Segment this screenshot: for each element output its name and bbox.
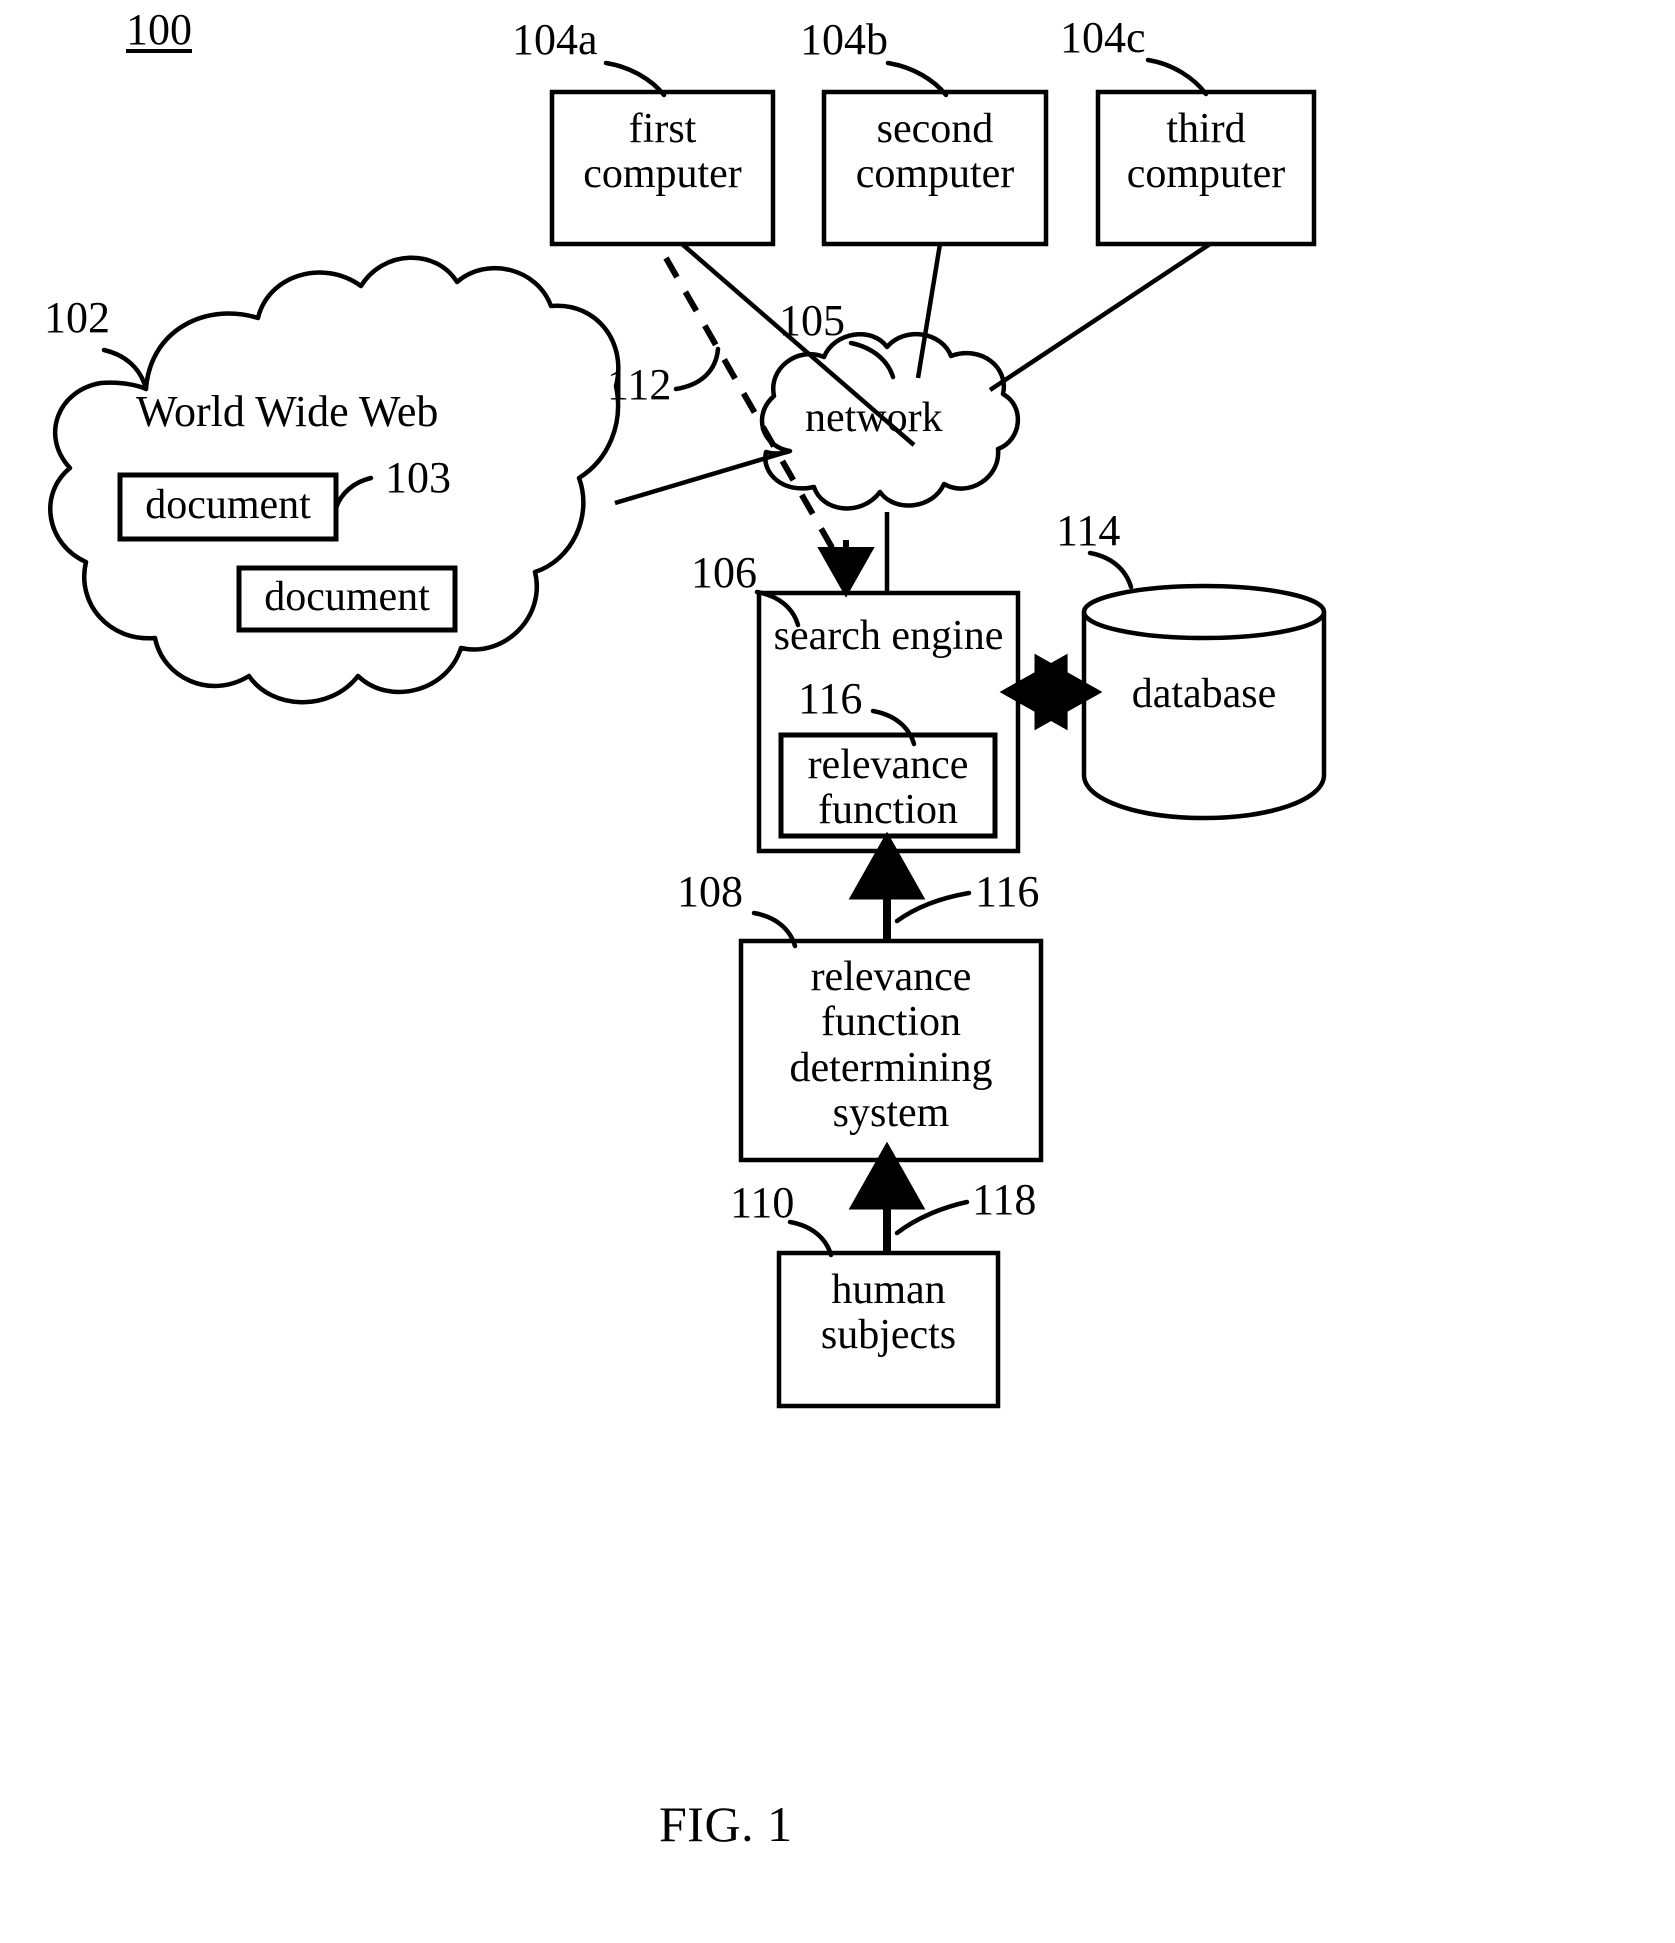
www-cloud-shape	[48, 255, 621, 705]
ref-116-inner: 116	[798, 674, 863, 723]
ref-106: 106	[691, 548, 757, 597]
patent-figure-page: 100 104a 104b 104c first computer second…	[0, 0, 1675, 1943]
relevance-function-label: relevance function	[781, 742, 995, 834]
link-third-computer-network	[988, 242, 1212, 392]
first-computer-label-line1: first	[628, 106, 697, 152]
leader-104b	[885, 60, 949, 98]
determining-system-label-line1: relevance	[810, 954, 972, 1000]
ref-100: 100	[126, 5, 192, 54]
first-computer-label-line2: computer	[583, 151, 742, 198]
determining-system-label: relevance function determining system	[741, 954, 1041, 1137]
second-computer-label: second computer	[824, 106, 1046, 198]
third-computer-label: third computer	[1098, 106, 1314, 198]
ref-116-arrow: 116	[975, 867, 1040, 916]
database-cylinder-top	[1081, 583, 1327, 641]
ref-114: 114	[1056, 506, 1121, 555]
third-computer-label-line2: computer	[1126, 151, 1286, 198]
document-a-label: document	[145, 482, 311, 528]
determining-system-label-line4: system	[832, 1090, 950, 1137]
leader-104a	[603, 60, 667, 98]
ref-104b: 104b	[800, 15, 888, 64]
leader-118	[894, 1199, 970, 1236]
www-cloud-label: World Wide Web	[136, 387, 439, 436]
leader-108	[751, 910, 798, 949]
network-cloud-label: network	[805, 395, 943, 441]
leader-105	[848, 340, 896, 380]
human-subjects-label-line2: subjects	[820, 1312, 957, 1359]
ref-104c: 104c	[1060, 13, 1146, 62]
ref-102: 102	[44, 293, 110, 342]
document-b-label: document	[264, 574, 430, 620]
leader-102	[101, 347, 149, 392]
leader-110	[787, 1219, 834, 1258]
leader-114	[1087, 550, 1134, 590]
ref-110: 110	[730, 1178, 795, 1227]
leader-103	[333, 475, 374, 511]
leader-112	[673, 346, 721, 392]
third-computer-label-line1: third	[1166, 106, 1246, 152]
relevance-function-label-line2: function	[818, 787, 958, 834]
database-label: database	[1131, 671, 1277, 717]
relevance-function-label-line1: relevance	[807, 742, 969, 788]
first-computer-label: first computer	[552, 106, 773, 198]
determining-system-label-line3: determining	[789, 1044, 993, 1091]
link-www-network	[614, 448, 791, 506]
figure-caption: FIG. 1	[659, 1796, 793, 1852]
ref-103: 103	[385, 453, 451, 502]
ref-118: 118	[972, 1175, 1037, 1224]
ref-105: 105	[779, 296, 845, 345]
leader-116-arrow	[894, 890, 972, 924]
second-computer-label-line1: second	[876, 106, 994, 152]
determining-system-label-line2: function	[821, 999, 961, 1046]
human-subjects-label-line1: human	[831, 1267, 946, 1313]
leader-104c	[1145, 57, 1209, 97]
ref-108: 108	[677, 867, 743, 916]
search-engine-label: search engine	[773, 613, 1004, 659]
leader-116-inner	[870, 708, 917, 747]
human-subjects-label: human subjects	[779, 1267, 998, 1359]
ref-104a: 104a	[512, 15, 598, 64]
ref-112: 112	[607, 360, 672, 409]
link-second-computer-network	[915, 243, 943, 379]
second-computer-label-line2: computer	[855, 151, 1015, 198]
